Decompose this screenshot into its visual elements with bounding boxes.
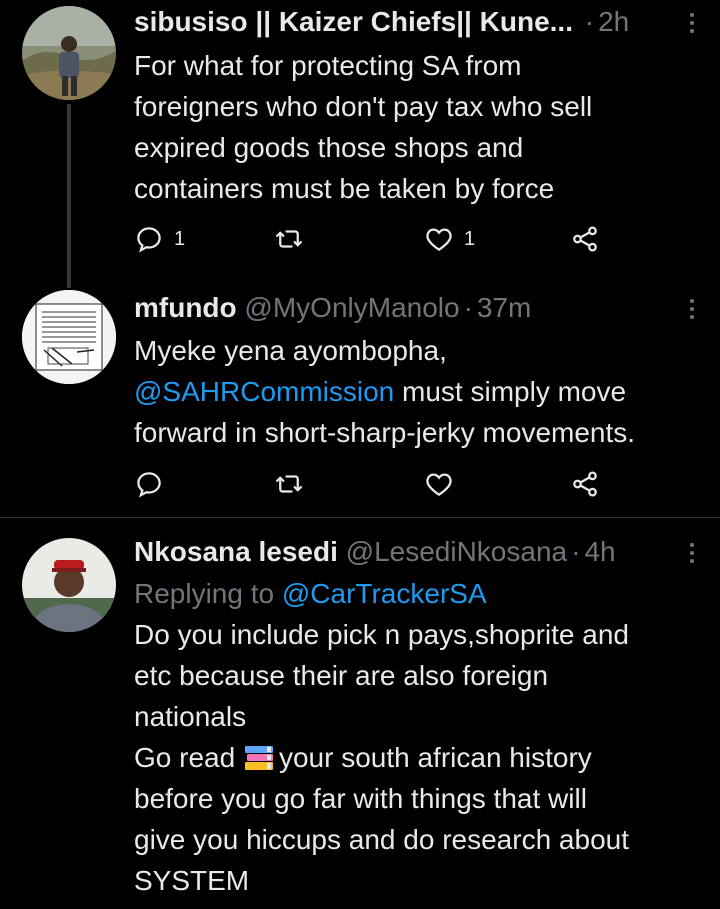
tweet-3[interactable]: Nkosana lesedi @LesediNkosana · 4h Replyin… [0,518,720,909]
replying-to-label: Replying to [134,578,275,609]
avatar[interactable] [22,290,116,384]
tweet-line: Go read your south african history [134,737,700,778]
more-icon[interactable] [682,8,702,38]
thread-line [67,280,71,288]
tweet-text: For what for protecting SA from foreigne… [134,45,700,209]
like-icon [426,228,452,251]
timestamp[interactable]: 2h [598,6,629,37]
tweet-1[interactable]: sibusiso || Kaizer Chiefs|| Kune... · 2h … [0,0,720,280]
retweet-icon [276,475,302,493]
action-bar [134,467,614,501]
mention-link[interactable]: @CarTrackerSA [282,578,487,609]
share-icon [573,226,597,252]
reply-count: 1 [174,227,186,250]
tweet-header: Nkosana lesedi @LesediNkosana · 4h [134,532,700,572]
share-button[interactable] [570,467,600,501]
tweet-line: For what for protecting SA from [134,50,522,81]
thread-line [67,104,71,280]
like-count: 1 [464,227,476,250]
tweet-line: Do you include pick n pays,shoprite and [134,619,629,650]
tweet-line: forward in short-sharp-jerky movements. [134,417,636,448]
go-read-text: Go read [134,742,236,773]
retweet-button[interactable] [274,467,304,501]
tweet-text: Myeke yena ayombopha, @SAHRCommission mu… [134,330,700,453]
tweet-line: give you hiccups and do research about [134,824,629,855]
tweet-line: nationals [134,701,247,732]
tweet-line: expired goods those shops and [134,132,524,163]
more-icon[interactable] [682,294,702,324]
reply-button[interactable]: 1 [134,222,185,256]
separator: · [584,6,595,37]
tweet-line: before you go far with things that will [134,783,587,814]
tweet-line: foreigners who don't pay tax who sell [134,91,593,122]
tweet-line: @SAHRCommission must simply move [134,371,700,412]
retweet-button[interactable] [274,222,304,256]
display-name[interactable]: mfundo [134,292,237,323]
tweet-header: mfundo @MyOnlyManolo · 37m [134,288,700,328]
avatar[interactable] [22,6,116,100]
tweet-line: etc because their are also foreign [134,660,549,691]
display-name[interactable]: Nkosana lesedi [134,536,338,567]
tweet-2[interactable]: mfundo @MyOnlyManolo · 37m Myeke yena ayom… [0,280,720,517]
like-button[interactable] [424,467,454,501]
share-icon [573,471,597,497]
books-emoji-icon [244,746,273,770]
replying-to: Replying to @CarTrackerSA [134,573,700,614]
reply-button[interactable] [134,467,164,501]
timestamp[interactable]: 37m [477,292,531,323]
avatar[interactable] [22,538,116,632]
tweet-line: Myeke yena ayombopha, [134,335,447,366]
more-icon[interactable] [682,538,702,568]
tweet-line-rest: your south african history [278,742,592,773]
separator: · [463,292,473,323]
tweet-text: Replying to @CarTrackerSA Do you include… [134,573,700,901]
tweet-line: containers must be taken by force [134,173,555,204]
share-button[interactable] [570,222,600,256]
like-button[interactable]: 1 [424,222,475,256]
tweet-line: SYSTEM [134,865,250,896]
action-bar: 1 1 [134,222,614,256]
timestamp[interactable]: 4h [584,536,615,567]
reply-icon [137,227,161,253]
display-name[interactable]: sibusiso || Kaizer Chiefs|| Kune... [134,6,573,37]
like-icon [426,473,452,496]
retweet-icon [276,230,302,248]
reply-icon [137,472,161,498]
username[interactable]: @LesediNkosana [346,536,567,567]
mention-link[interactable]: @SAHRCommission [134,376,394,407]
tweet-line-rest: must simply move [394,376,627,407]
separator: · [571,536,581,567]
tweet-header: sibusiso || Kaizer Chiefs|| Kune... · 2h [134,2,700,42]
username[interactable]: @MyOnlyManolo [244,292,459,323]
